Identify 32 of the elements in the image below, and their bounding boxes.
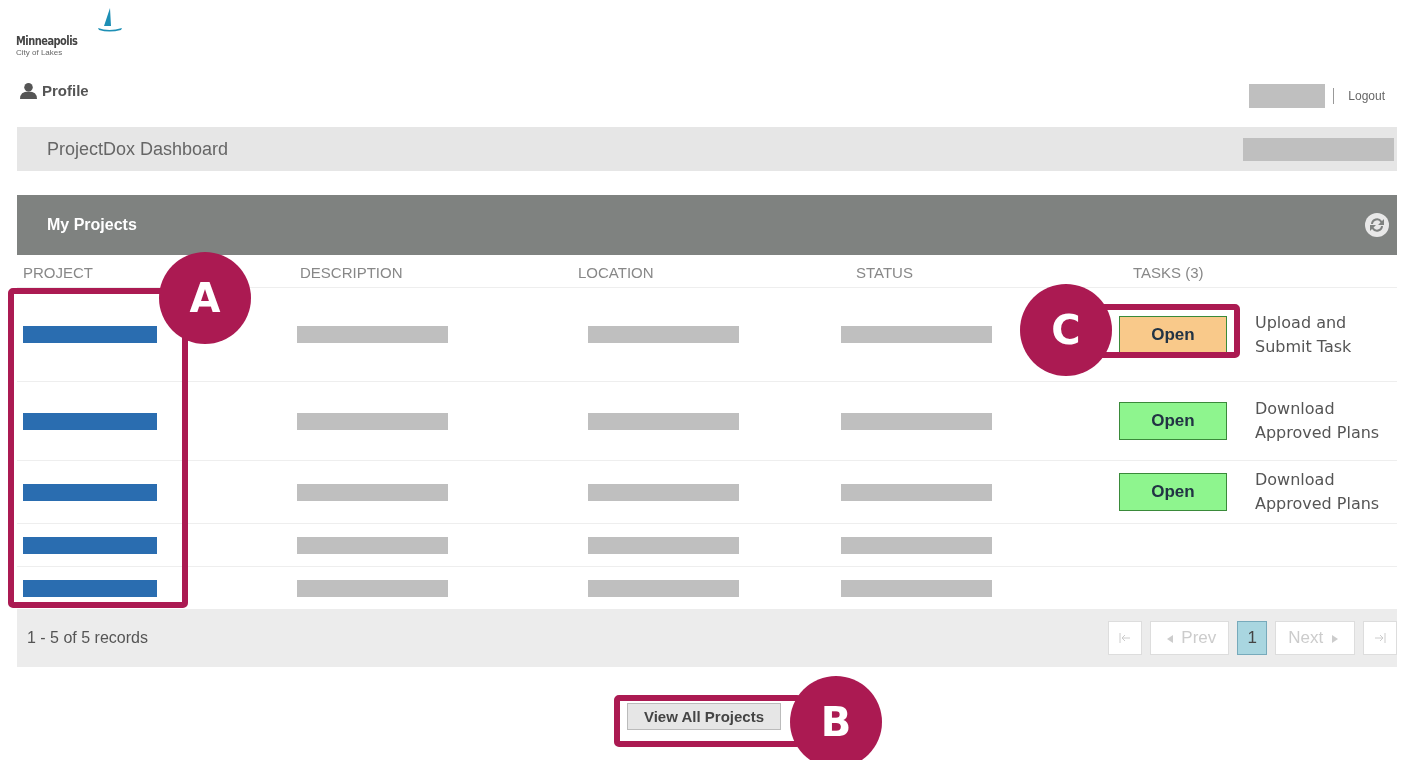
column-header: STATUS — [856, 263, 914, 281]
column-header: PROJECT — [23, 263, 94, 281]
callout-badge: A — [159, 252, 251, 344]
project-link[interactable] — [23, 579, 157, 597]
task-name: Download Approved Plans — [1255, 398, 1381, 444]
left-triangle-icon — [1166, 635, 1173, 643]
column-header: LOCATION — [578, 263, 655, 281]
task-name: Upload and Submit Task — [1255, 311, 1353, 358]
project-link[interactable] — [23, 483, 157, 501]
callout-badge: C — [1020, 284, 1112, 376]
project-link[interactable] — [23, 412, 157, 430]
profile-link[interactable]: Profile — [20, 82, 89, 99]
view-all-projects-button[interactable]: View All Projects — [626, 702, 782, 730]
column-header: DESCRIPTION — [300, 263, 404, 281]
dashboard-title: ProjectDox Dashboard — [47, 138, 229, 160]
person-icon — [20, 82, 37, 99]
open-task-button[interactable]: Open — [1119, 402, 1227, 440]
last-page-icon — [1374, 633, 1386, 643]
panel-title: My Projects — [47, 216, 137, 234]
logout-link[interactable]: Logout — [1348, 89, 1385, 103]
open-task-button[interactable]: Open — [1119, 473, 1227, 511]
city-logo: Minneapolis City of Lakes — [16, 0, 108, 62]
refresh-icon[interactable] — [1365, 213, 1389, 237]
first-page-icon — [1118, 633, 1131, 643]
right-triangle-icon — [1332, 635, 1338, 643]
record-count: 1 - 5 of 5 records — [27, 629, 148, 647]
page-number-button[interactable]: 1 — [1237, 621, 1268, 655]
open-task-button[interactable]: Open — [1119, 315, 1227, 354]
task-name: Download Approved Plans — [1255, 469, 1381, 515]
callout-badge: B — [790, 676, 882, 760]
project-link[interactable] — [23, 536, 157, 554]
column-header: TASKS (3) — [1133, 263, 1205, 281]
